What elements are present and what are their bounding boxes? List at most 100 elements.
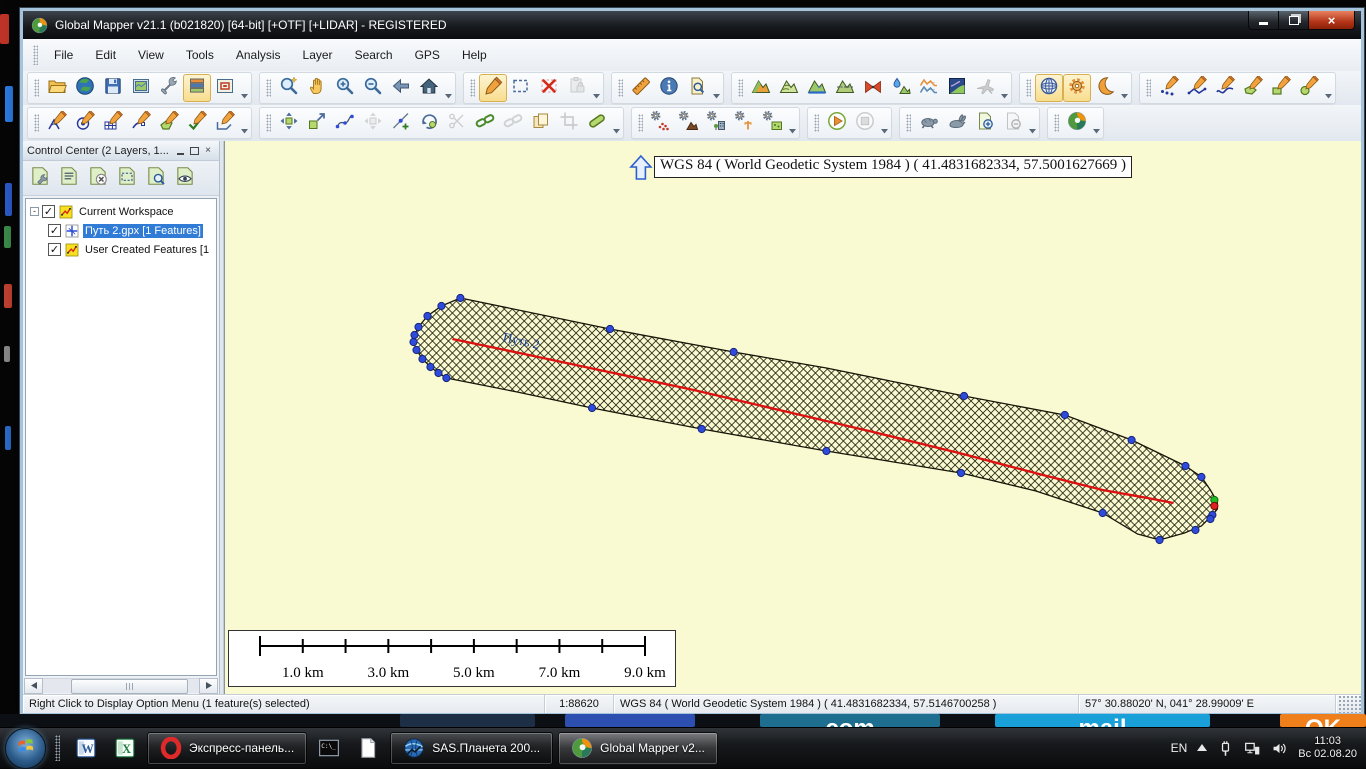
toolbar-group-grip[interactable] (638, 114, 643, 132)
taskbar-grip[interactable] (55, 735, 60, 761)
taskbar-button-document[interactable] (351, 733, 385, 764)
scrollbar-track[interactable] (43, 678, 199, 693)
create-area-shape-button[interactable] (155, 109, 183, 137)
language-indicator[interactable]: EN (1171, 741, 1188, 755)
panel-minimize-button[interactable] (173, 144, 187, 157)
taskbar-button-cmd[interactable]: C:\_ (312, 733, 346, 764)
title-bar[interactable]: Global Mapper v21.1 (b021820) [64-bit] [… (23, 11, 1361, 39)
page-zoom-in-button[interactable] (971, 109, 999, 137)
start-button[interactable] (5, 728, 46, 769)
full-view-button[interactable] (415, 74, 443, 102)
menu-tools[interactable]: Tools (176, 43, 224, 67)
layer-checkbox[interactable]: ✓ (42, 205, 55, 218)
menubar-grip[interactable] (33, 45, 38, 65)
menu-gps[interactable]: GPS (405, 43, 450, 67)
background-speed-dial-tile[interactable]: mail (995, 714, 1210, 727)
page-zoom-out-button[interactable] (999, 109, 1027, 137)
toolbar-overflow-button[interactable] (1323, 75, 1333, 102)
snap-vertices-button[interactable] (471, 109, 499, 137)
window-resize-grip[interactable] (1336, 695, 1361, 713)
shader-terrain-button[interactable] (747, 74, 775, 102)
menu-file[interactable]: File (44, 43, 83, 67)
create-grid-button[interactable] (99, 109, 127, 137)
toolbar-overflow-button[interactable] (611, 110, 621, 137)
toolbar-overflow-button[interactable] (239, 75, 249, 102)
edit-feature-button[interactable] (211, 109, 239, 137)
cc-metadata-button[interactable] (57, 166, 81, 190)
toolbar-group-grip[interactable] (266, 114, 271, 132)
create-curve-button[interactable] (127, 109, 155, 137)
cut-feature-button[interactable] (443, 109, 471, 137)
zoom-in-button[interactable] (331, 74, 359, 102)
scroll-right-button[interactable] (199, 678, 218, 694)
background-speed-dial-tile[interactable] (400, 714, 535, 727)
create-area-button[interactable] (1239, 74, 1267, 102)
menu-analysis[interactable]: Analysis (226, 43, 291, 67)
copy-features-button[interactable] (527, 109, 555, 137)
minimize-button[interactable] (1248, 11, 1279, 30)
map-views-button[interactable] (127, 74, 155, 102)
digitizer-tool-button[interactable] (479, 74, 507, 102)
processing-settings-button[interactable] (1063, 74, 1091, 102)
create-circle-button[interactable] (1295, 74, 1323, 102)
control-center-button[interactable] (183, 74, 211, 102)
toolbar-overflow-button[interactable] (787, 110, 797, 137)
paste-features-button[interactable] (563, 74, 591, 102)
move-feature-button[interactable] (275, 109, 303, 137)
create-freehand-button[interactable] (1211, 74, 1239, 102)
network-icon[interactable] (1244, 740, 1261, 757)
background-speed-dial-tile[interactable]: OK (1280, 714, 1366, 727)
panel-horizontal-scrollbar[interactable] (23, 676, 219, 695)
taskbar-button-excel[interactable]: X (108, 733, 142, 764)
open-file-button[interactable] (43, 74, 71, 102)
attr-buildings-button[interactable] (703, 109, 731, 137)
scroll-left-button[interactable] (24, 678, 43, 694)
menu-layer[interactable]: Layer (293, 43, 343, 67)
toolbar-group-grip[interactable] (906, 114, 911, 132)
toolbar-overflow-button[interactable] (879, 110, 889, 137)
map-canvas[interactable]: Путь 2 WGS 84 ( World Geodetic System 19… (224, 141, 1361, 695)
create-line-button[interactable] (1183, 74, 1211, 102)
add-vertex-button[interactable] (387, 109, 415, 137)
flood-analysis-button[interactable] (803, 74, 831, 102)
toolbar-group-grip[interactable] (1054, 114, 1059, 132)
night-mode-button[interactable] (1091, 74, 1119, 102)
toolbar-group-grip[interactable] (618, 79, 623, 97)
taskbar-button-sas-planet[interactable]: SAS.Планета 200... (390, 732, 553, 765)
taskbar-button-global-mapper[interactable]: Global Mapper v2... (558, 732, 718, 765)
background-speed-dial-tile[interactable]: com (760, 714, 940, 727)
scrollbar-thumb[interactable] (71, 679, 188, 694)
stop-button[interactable] (851, 109, 879, 137)
toolbar-group-grip[interactable] (1026, 79, 1031, 97)
volume-icon[interactable] (1271, 740, 1288, 757)
toolbar-group-grip[interactable] (34, 79, 39, 97)
create-coord-point-button[interactable] (71, 109, 99, 137)
menu-edit[interactable]: Edit (85, 43, 126, 67)
configure-button[interactable] (155, 74, 183, 102)
cc-select-button[interactable] (115, 166, 139, 190)
taskbar-button-opera[interactable]: Экспресс-панель... (147, 732, 307, 765)
search-features-button[interactable] (683, 74, 711, 102)
toolbar-overflow-button[interactable] (1119, 75, 1129, 102)
scale-feature-button[interactable] (303, 109, 331, 137)
select-features-button[interactable] (507, 74, 535, 102)
edit-vertices-button[interactable] (331, 109, 359, 137)
open-online-data-button[interactable] (71, 74, 99, 102)
unsnap-vertices-button[interactable] (499, 109, 527, 137)
layer-label[interactable]: Current Workspace (77, 205, 176, 219)
play-button[interactable] (823, 109, 851, 137)
zoom-out-button[interactable] (359, 74, 387, 102)
attr-calc-points-button[interactable] (647, 109, 675, 137)
water-rise-button[interactable] (887, 74, 915, 102)
cc-options-button[interactable] (28, 166, 52, 190)
layer-checkbox[interactable]: ✓ (48, 224, 61, 237)
control-center-titlebar[interactable]: Control Center (2 Layers, 1... × (23, 141, 219, 161)
pan-button[interactable] (303, 74, 331, 102)
shift-feature-button[interactable] (359, 109, 387, 137)
measure-button[interactable] (627, 74, 655, 102)
layer-tree-item[interactable]: ✓User Created Features [1 (28, 240, 216, 259)
layer-label[interactable]: User Created Features [1 (83, 243, 211, 257)
layer-tree-item[interactable]: ✓Путь 2.gpx [1 Features] (28, 221, 216, 240)
toolbar-overflow-button[interactable] (591, 75, 601, 102)
view-shed-button[interactable] (859, 74, 887, 102)
